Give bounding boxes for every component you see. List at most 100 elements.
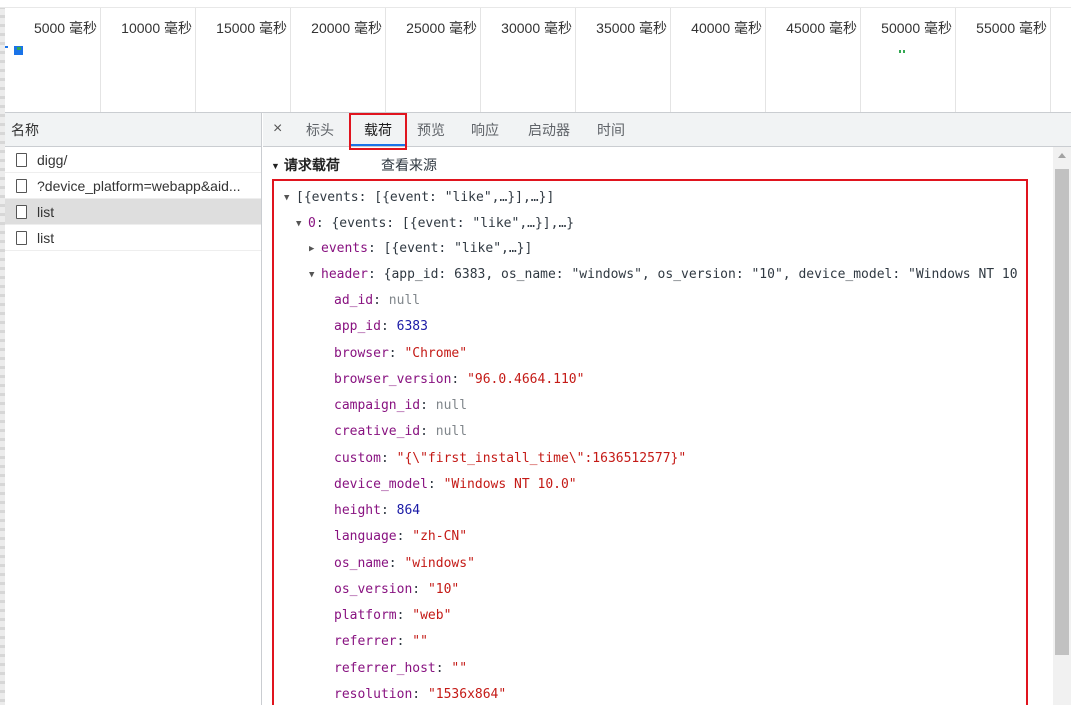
node-key: header xyxy=(321,267,368,282)
field-value: "Windows NT 10.0" xyxy=(443,477,577,492)
timeline-tick: 25000 毫秒 xyxy=(386,8,481,112)
tree-field[interactable]: browser_version: "96.0.4664.110" xyxy=(334,370,584,390)
request-list-panel: 名称 digg/ ?device_platform=webapp&aid... … xyxy=(5,113,262,705)
timeline-tick-label: 30000 毫秒 xyxy=(501,20,572,36)
tree-field[interactable]: height: 864 xyxy=(334,501,420,521)
name-column-header[interactable]: 名称 xyxy=(5,113,261,147)
tree-root-node[interactable]: ▼ [{events: [{event: "like",…}],…}] xyxy=(284,188,554,208)
field-value: "1536x864" xyxy=(427,687,507,702)
field-key: platform xyxy=(334,608,397,623)
field-value: "" xyxy=(412,634,428,649)
tree-field[interactable]: platform: "web" xyxy=(334,606,451,626)
tree-field[interactable]: referrer: "" xyxy=(334,632,428,652)
expand-triangle-icon: ▼ xyxy=(296,219,302,229)
tree-node-item-0[interactable]: ▼ 0: {events: [{event: "like",…}],…} xyxy=(296,214,574,234)
timeline-tick-label: 45000 毫秒 xyxy=(786,20,857,36)
field-key: os_name xyxy=(334,556,389,571)
node-summary: [{events: [{event: "like",…}],…}] xyxy=(296,190,555,205)
timeline-request-bar xyxy=(5,46,8,48)
field-value: "" xyxy=(451,661,468,676)
close-icon[interactable]: × xyxy=(273,120,282,138)
tree-field[interactable]: app_id: 6383 xyxy=(334,317,428,337)
request-name: digg/ xyxy=(37,152,68,168)
file-icon xyxy=(16,231,27,245)
node-summary: {app_id: 6383, os_name: "windows", os_ve… xyxy=(383,267,1018,282)
timeline-tick: 5000 毫秒 xyxy=(5,8,101,112)
file-icon xyxy=(16,179,27,193)
request-row-selected[interactable]: list xyxy=(5,199,261,225)
timeline-request-bar xyxy=(899,50,906,53)
detail-tab-bar: × 标头 载荷 预览 响应 启动器 时间 xyxy=(263,113,1071,150)
timeline-overview[interactable]: 5000 毫秒 10000 毫秒 15000 毫秒 20000 毫秒 25000… xyxy=(5,8,1071,113)
field-value: null xyxy=(435,398,468,413)
timeline-tick-label: 55000 毫秒 xyxy=(976,20,1047,36)
tree-node-events[interactable]: ▶ events: [{event: "like",…}] xyxy=(309,239,532,259)
tree-node-header[interactable]: ▼ header: {app_id: 6383, os_name: "window… xyxy=(309,265,1018,285)
request-detail-panel: × 标头 载荷 预览 响应 启动器 时间 ▼ 请求载荷 查看来源 ▼ [{event… xyxy=(263,113,1071,705)
field-key: device_model xyxy=(334,477,428,492)
tree-field[interactable]: resolution: "1536x864" xyxy=(334,685,506,705)
timeline-request-bar xyxy=(14,46,23,55)
request-row[interactable]: digg/ xyxy=(5,147,261,173)
request-row[interactable]: ?device_platform=webapp&aid... xyxy=(5,173,261,199)
timeline-tick-label: 5000 毫秒 xyxy=(33,20,97,36)
request-name: list xyxy=(37,230,55,246)
timeline-tick: 50000 毫秒 xyxy=(861,8,956,112)
tree-field[interactable]: campaign_id: null xyxy=(334,396,467,416)
tab-preview[interactable]: 预览 xyxy=(411,113,451,147)
tree-field[interactable]: custom: "{\"first_install_time\":1636512… xyxy=(334,449,686,469)
timeline-tick: 35000 毫秒 xyxy=(576,8,671,112)
tab-timing[interactable]: 时间 xyxy=(591,113,631,147)
timeline-tick-label: 50000 毫秒 xyxy=(881,20,952,36)
node-summary: [{event: "like",…}] xyxy=(383,241,533,256)
tree-field[interactable]: language: "zh-CN" xyxy=(334,527,467,547)
payload-tree: ▼ [{events: [{event: "like",…}],…}] ▼ 0: {… xyxy=(272,179,1028,705)
request-name: ?device_platform=webapp&aid... xyxy=(37,178,241,194)
view-source-link[interactable]: 查看来源 xyxy=(381,155,437,175)
tree-field[interactable]: browser: "Chrome" xyxy=(334,344,467,364)
timeline-tick-label: 15000 毫秒 xyxy=(216,20,287,36)
field-key: browser xyxy=(334,346,389,361)
expand-triangle-icon: ▼ xyxy=(284,193,290,203)
field-value: 864 xyxy=(396,503,421,518)
node-key: 0 xyxy=(308,216,316,231)
node-summary: {events: [{event: "like",…}],…} xyxy=(331,216,575,231)
field-key: height xyxy=(334,503,381,518)
section-title: 请求载荷 xyxy=(283,157,340,173)
vertical-scrollbar[interactable] xyxy=(1053,147,1071,705)
request-row[interactable]: list xyxy=(5,225,261,251)
field-key: referrer xyxy=(334,634,397,649)
field-key: browser_version xyxy=(334,372,452,387)
field-key: custom xyxy=(334,451,381,466)
tree-field[interactable]: referrer_host: "" xyxy=(334,659,467,679)
tab-headers[interactable]: 标头 xyxy=(299,113,341,147)
tab-response[interactable]: 响应 xyxy=(465,113,505,147)
field-value: "windows" xyxy=(404,556,475,571)
tree-field[interactable]: os_name: "windows" xyxy=(334,554,475,574)
field-key: os_version xyxy=(334,582,413,597)
tree-field[interactable]: creative_id: null xyxy=(334,422,467,442)
field-key: referrer_host xyxy=(334,661,436,676)
field-key: creative_id xyxy=(334,424,421,439)
field-value: "10" xyxy=(427,582,460,597)
timeline-tick: 10000 毫秒 xyxy=(101,8,196,112)
tree-field[interactable]: ad_id: null xyxy=(334,291,420,311)
tab-initiator[interactable]: 启动器 xyxy=(521,113,577,147)
filter-bar-cut xyxy=(0,0,1071,8)
field-value: 6383 xyxy=(396,319,428,334)
timeline-tick-label: 40000 毫秒 xyxy=(691,20,762,36)
field-value: "96.0.4664.110" xyxy=(467,372,585,387)
tree-field[interactable]: device_model: "Windows NT 10.0" xyxy=(334,475,577,495)
timeline-tick-label: 10000 毫秒 xyxy=(121,20,192,36)
timeline-tick-label: 35000 毫秒 xyxy=(596,20,667,36)
scrollbar-thumb[interactable] xyxy=(1055,169,1069,655)
field-value: null xyxy=(388,293,421,308)
timeline-tick: 45000 毫秒 xyxy=(766,8,861,112)
scroll-up-arrow-icon[interactable] xyxy=(1058,153,1066,158)
payload-tab-highlight-box xyxy=(349,113,407,150)
timeline-tick: 55000 毫秒 xyxy=(956,8,1051,112)
field-key: campaign_id xyxy=(334,398,421,413)
tree-field[interactable]: os_version: "10" xyxy=(334,580,459,600)
request-payload-section-header[interactable]: ▼ 请求载荷 xyxy=(271,155,340,175)
field-value: null xyxy=(435,424,468,439)
